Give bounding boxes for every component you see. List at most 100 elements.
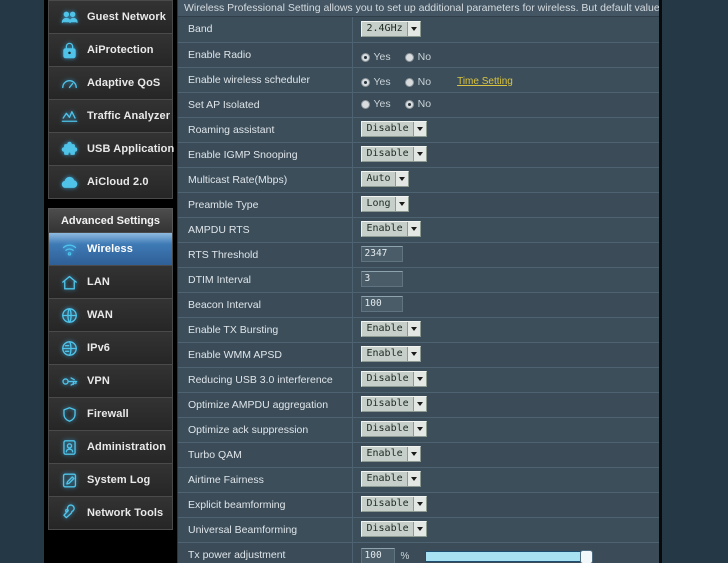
enable-wireless-scheduler-radio-no[interactable]: No	[404, 76, 431, 88]
setting-value-cell: 100%	[352, 542, 659, 563]
chevron-down-icon[interactable]	[394, 172, 408, 187]
sidebar-item-label: Traffic Analyzer	[87, 110, 171, 122]
radio-yes-icon[interactable]	[360, 77, 370, 87]
sidebar-item-label: System Log	[87, 474, 151, 486]
setting-label: Optimize AMPDU aggregation	[178, 392, 353, 418]
sidebar-item-aicloud-2-0[interactable]: AiCloud 2.0	[49, 166, 172, 199]
turbo-qam-select[interactable]: Enable	[360, 446, 421, 463]
sidebar-item-firewall[interactable]: Firewall	[49, 398, 172, 431]
chevron-down-icon[interactable]	[412, 422, 426, 437]
gauge-icon	[58, 72, 80, 94]
sidebar-item-system-log[interactable]: System Log	[49, 464, 172, 497]
sidebar-item-administration[interactable]: Administration	[49, 431, 172, 464]
setting-row: Enable TX Bursting Enable	[178, 317, 659, 343]
setting-row: Multicast Rate(Mbps) Auto	[178, 167, 659, 193]
router-admin-page: Guest Network AiProtection Adaptive QoS Tra…	[0, 0, 728, 563]
ampdu-rts-select[interactable]: Enable	[360, 221, 421, 238]
rts-threshold-input[interactable]: 2347	[360, 246, 403, 263]
enable-radio-radio-no[interactable]: No	[404, 51, 431, 63]
setting-label: Preamble Type	[178, 192, 353, 218]
sidebar-item-wan[interactable]: WAN	[49, 299, 172, 332]
chevron-down-icon[interactable]	[394, 197, 408, 212]
enable-wmm-apsd-select[interactable]: Enable	[360, 346, 421, 363]
sidebar-item-aiprotection[interactable]: AiProtection	[49, 34, 172, 67]
radio-yes-label: Yes	[373, 51, 391, 63]
chevron-down-icon[interactable]	[406, 472, 420, 487]
dtim-interval-input[interactable]: 3	[360, 271, 403, 288]
chevron-down-icon[interactable]	[406, 322, 420, 337]
chevron-down-icon[interactable]	[406, 347, 420, 362]
sidebar-item-label: Network Tools	[87, 507, 164, 519]
set-ap-isolated-radio-no[interactable]: No	[404, 98, 431, 110]
sidebar-item-label: VPN	[87, 375, 110, 387]
radio-no-icon[interactable]	[404, 99, 414, 109]
setting-row: Explicit beamforming Disable	[178, 492, 659, 518]
tx-power-slider-handle[interactable]	[580, 549, 594, 563]
sidebar-item-label: Guest Network	[87, 11, 166, 23]
chevron-down-icon[interactable]	[412, 122, 426, 137]
setting-row: DTIM Interval 3	[178, 267, 659, 293]
sidebar-item-lan[interactable]: LAN	[49, 266, 172, 299]
setting-label: Optimize ack suppression	[178, 417, 353, 443]
enable-tx-bursting-select[interactable]: Enable	[360, 321, 421, 338]
band-select[interactable]: 2.4GHz	[360, 21, 421, 38]
radio-yes-icon[interactable]	[360, 99, 370, 109]
setting-label: Enable Radio	[178, 42, 353, 68]
sidebar-item-guest-network[interactable]: Guest Network	[49, 1, 172, 34]
radio-no-icon[interactable]	[404, 77, 414, 87]
sidebar-advanced-group: Wireless LAN WAN IPv6 VPN Firewall Administrat…	[48, 232, 173, 530]
enable-radio-radio-group: Yes No	[360, 51, 446, 63]
optimize-ack-suppression-select[interactable]: Disable	[360, 421, 427, 438]
enable-radio-radio-yes[interactable]: Yes	[360, 51, 391, 63]
universal-beamforming-select[interactable]: Disable	[360, 521, 427, 538]
guest-network-icon	[58, 6, 80, 28]
multicast-rate-mbps-select[interactable]: Auto	[360, 171, 409, 188]
preamble-type-select[interactable]: Long	[360, 196, 409, 213]
sidebar-item-traffic-analyzer[interactable]: Traffic Analyzer	[49, 100, 172, 133]
setting-value-cell: Yes No Time Setting	[352, 67, 659, 93]
setting-value-cell: Enable	[352, 342, 659, 368]
explicit-beamforming-select[interactable]: Disable	[360, 496, 427, 513]
time-setting-link[interactable]: Time Setting	[457, 76, 513, 87]
setting-row: Enable IGMP Snooping Disable	[178, 142, 659, 168]
enable-wireless-scheduler-radio-yes[interactable]: Yes	[360, 76, 391, 88]
sidebar-item-adaptive-qos[interactable]: Adaptive QoS	[49, 67, 172, 100]
sidebar-item-vpn[interactable]: VPN	[49, 365, 172, 398]
tx-power-slider-track[interactable]	[425, 549, 594, 563]
setting-value-cell: Disable	[352, 367, 659, 393]
sidebar-item-label: AiCloud 2.0	[87, 176, 149, 188]
chevron-down-icon[interactable]	[406, 22, 420, 37]
roaming-assistant-select[interactable]: Disable	[360, 121, 427, 138]
chevron-down-icon[interactable]	[406, 222, 420, 237]
sidebar-item-wireless[interactable]: Wireless	[49, 233, 172, 266]
setting-row: Roaming assistant Disable	[178, 117, 659, 143]
setting-value-cell: Enable	[352, 317, 659, 343]
setting-label: Explicit beamforming	[178, 492, 353, 518]
chevron-down-icon[interactable]	[412, 147, 426, 162]
sidebar-item-label: WAN	[87, 309, 113, 321]
optimize-ampdu-aggregation-select[interactable]: Disable	[360, 396, 427, 413]
setting-value-cell: Disable	[352, 142, 659, 168]
reducing-usb-3-0-interference-select[interactable]: Disable	[360, 371, 427, 388]
beacon-interval-input[interactable]: 100	[360, 296, 403, 313]
wireless-professional-form: Band 2.4GHz Enable Radio Yes No Enable wirele…	[178, 17, 659, 563]
enable-igmp-snooping-select[interactable]: Disable	[360, 146, 427, 163]
sidebar-item-label: LAN	[87, 276, 110, 288]
setting-label: Multicast Rate(Mbps)	[178, 167, 353, 193]
sidebar-item-usb-application[interactable]: USB Application	[49, 133, 174, 166]
chevron-down-icon[interactable]	[412, 522, 426, 537]
sidebar-item-network-tools[interactable]: Network Tools	[49, 497, 172, 530]
lock-shield-icon	[58, 39, 80, 61]
setting-row: Enable WMM APSD Enable	[178, 342, 659, 368]
chevron-down-icon[interactable]	[406, 447, 420, 462]
set-ap-isolated-radio-yes[interactable]: Yes	[360, 98, 391, 110]
chevron-down-icon[interactable]	[412, 397, 426, 412]
chevron-down-icon[interactable]	[412, 497, 426, 512]
radio-no-icon[interactable]	[404, 52, 414, 62]
chevron-down-icon[interactable]	[412, 372, 426, 387]
setting-row: Optimize AMPDU aggregation Disable	[178, 392, 659, 418]
tx-power-input[interactable]: 100	[360, 548, 395, 563]
sidebar-item-ipv6[interactable]: IPv6	[49, 332, 172, 365]
airtime-fairness-select[interactable]: Enable	[360, 471, 421, 488]
radio-yes-icon[interactable]	[360, 52, 370, 62]
